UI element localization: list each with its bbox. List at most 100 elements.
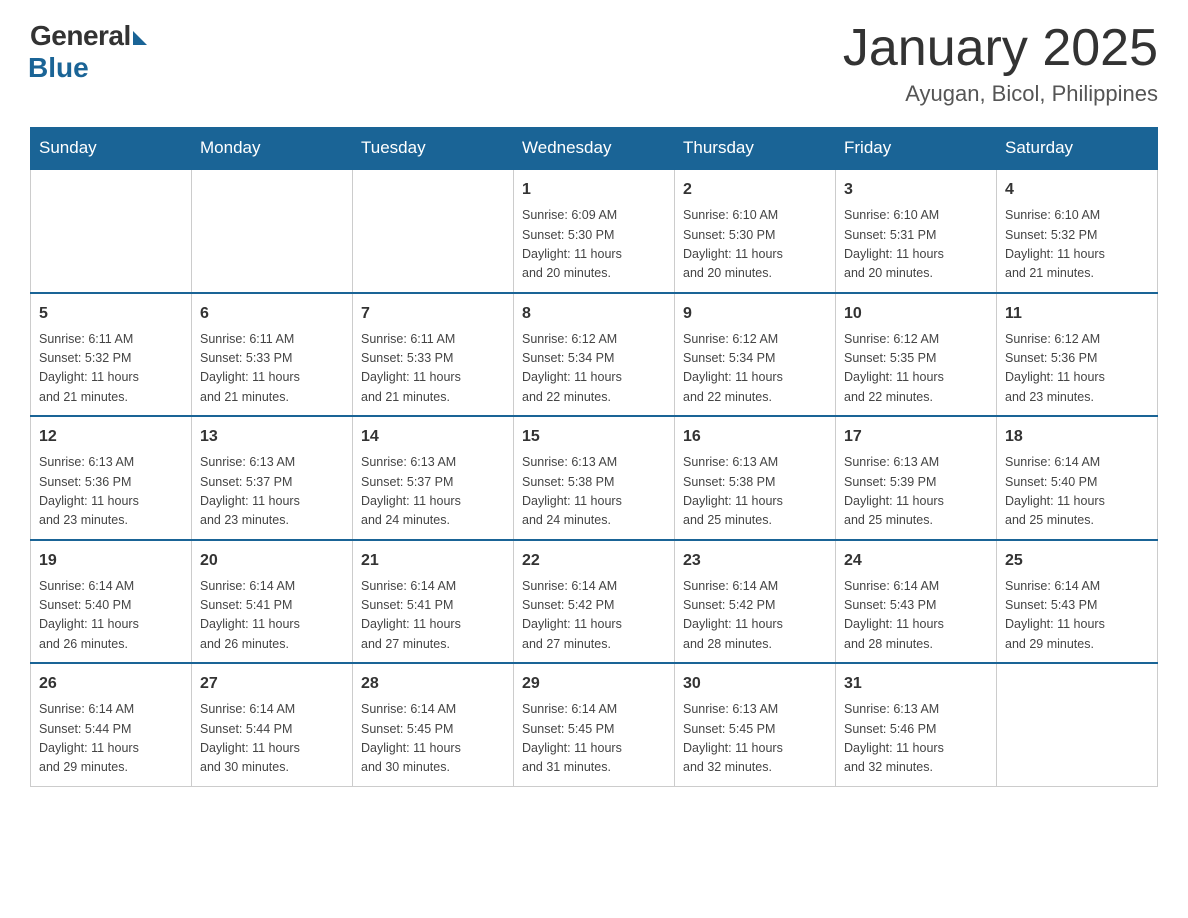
day-number: 5 (39, 302, 183, 326)
calendar-week-2: 5 Sunrise: 6:11 AM Sunset: 5:32 PM Daylig… (31, 293, 1158, 417)
day-number: 6 (200, 302, 344, 326)
day-number: 10 (844, 302, 988, 326)
calendar-cell: 15Sunrise: 6:13 AM Sunset: 5:38 PM Dayli… (514, 416, 675, 540)
day-info: Sunrise: 6:14 AM Sunset: 5:44 PM Dayligh… (200, 700, 344, 778)
day-info: Sunrise: 6:13 AM Sunset: 5:38 PM Dayligh… (683, 453, 827, 531)
day-info: Sunrise: 6:12 AM Sunset: 5:35 PM Dayligh… (844, 330, 988, 408)
day-info: Sunrise: 6:10 AM Sunset: 5:32 PM Dayligh… (1005, 206, 1149, 284)
day-info: Sunrise: 6:10 AM Sunset: 5:30 PM Dayligh… (683, 206, 827, 284)
day-info: Sunrise: 6:11 AM Sunset: 5:32 PM Dayligh… (39, 330, 183, 408)
calendar-cell: 16 Sunrise: 6:13 AM Sunset: 5:38 PM Dayli… (675, 416, 836, 540)
day-info: Sunrise: 6:14 AM Sunset: 5:45 PM Dayligh… (361, 700, 505, 778)
calendar-cell: 8 Sunrise: 6:12 AM Sunset: 5:34 PM Daylig… (514, 293, 675, 417)
day-info: Sunrise: 6:11 AM Sunset: 5:33 PM Dayligh… (200, 330, 344, 408)
day-info: Sunrise: 6:11 AM Sunset: 5:33 PM Dayligh… (361, 330, 505, 408)
day-number: 4 (1005, 178, 1149, 202)
calendar-cell (353, 169, 514, 293)
day-number: 1 (522, 178, 666, 202)
day-number: 16 (683, 425, 827, 449)
day-info: Sunrise: 6:13 AM Sunset: 5:37 PM Dayligh… (361, 453, 505, 531)
day-number: 9 (683, 302, 827, 326)
calendar-week-3: 12 Sunrise: 6:13 AM Sunset: 5:36 PM Dayli… (31, 416, 1158, 540)
logo-blue-text: Blue (28, 52, 89, 84)
day-info: Sunrise: 6:09 AM Sunset: 5:30 PM Dayligh… (522, 206, 666, 284)
calendar-cell: 12 Sunrise: 6:13 AM Sunset: 5:36 PM Dayli… (31, 416, 192, 540)
day-info: Sunrise: 6:14 AM Sunset: 5:41 PM Dayligh… (361, 577, 505, 655)
day-number: 30 (683, 672, 827, 696)
day-number: 19 (39, 549, 183, 573)
calendar-cell: 4 Sunrise: 6:10 AM Sunset: 5:32 PM Daylig… (997, 169, 1158, 293)
calendar-cell: 18Sunrise: 6:14 AM Sunset: 5:40 PM Dayli… (997, 416, 1158, 540)
calendar-cell: 5 Sunrise: 6:11 AM Sunset: 5:32 PM Daylig… (31, 293, 192, 417)
calendar-cell: 10 Sunrise: 6:12 AM Sunset: 5:35 PM Dayli… (836, 293, 997, 417)
day-number: 8 (522, 302, 666, 326)
day-info: Sunrise: 6:13 AM Sunset: 5:36 PM Dayligh… (39, 453, 183, 531)
calendar-cell: 7 Sunrise: 6:11 AM Sunset: 5:33 PM Daylig… (353, 293, 514, 417)
calendar-cell: 27 Sunrise: 6:14 AM Sunset: 5:44 PM Dayli… (192, 663, 353, 786)
day-info: Sunrise: 6:13 AM Sunset: 5:38 PM Dayligh… (522, 453, 666, 531)
weekday-header-wednesday: Wednesday (514, 128, 675, 170)
calendar-cell (31, 169, 192, 293)
day-info: Sunrise: 6:10 AM Sunset: 5:31 PM Dayligh… (844, 206, 988, 284)
day-info: Sunrise: 6:14 AM Sunset: 5:45 PM Dayligh… (522, 700, 666, 778)
day-number: 27 (200, 672, 344, 696)
calendar-cell: 26Sunrise: 6:14 AM Sunset: 5:44 PM Dayli… (31, 663, 192, 786)
calendar-cell: 11 Sunrise: 6:12 AM Sunset: 5:36 PM Dayli… (997, 293, 1158, 417)
logo-arrow-icon (133, 31, 147, 45)
day-number: 3 (844, 178, 988, 202)
day-number: 26 (39, 672, 183, 696)
calendar-week-1: 1 Sunrise: 6:09 AM Sunset: 5:30 PM Daylig… (31, 169, 1158, 293)
day-info: Sunrise: 6:13 AM Sunset: 5:37 PM Dayligh… (200, 453, 344, 531)
day-info: Sunrise: 6:12 AM Sunset: 5:34 PM Dayligh… (522, 330, 666, 408)
day-info: Sunrise: 6:13 AM Sunset: 5:45 PM Dayligh… (683, 700, 827, 778)
calendar-cell: 23Sunrise: 6:14 AM Sunset: 5:42 PM Dayli… (675, 540, 836, 664)
calendar-cell: 22Sunrise: 6:14 AM Sunset: 5:42 PM Dayli… (514, 540, 675, 664)
weekday-header-friday: Friday (836, 128, 997, 170)
calendar-header-row: SundayMondayTuesdayWednesdayThursdayFrid… (31, 128, 1158, 170)
day-number: 28 (361, 672, 505, 696)
calendar-cell: 21 Sunrise: 6:14 AM Sunset: 5:41 PM Dayli… (353, 540, 514, 664)
weekday-header-saturday: Saturday (997, 128, 1158, 170)
weekday-header-thursday: Thursday (675, 128, 836, 170)
weekday-header-tuesday: Tuesday (353, 128, 514, 170)
day-number: 29 (522, 672, 666, 696)
calendar-cell: 31 Sunrise: 6:13 AM Sunset: 5:46 PM Dayli… (836, 663, 997, 786)
calendar-cell: 17 Sunrise: 6:13 AM Sunset: 5:39 PM Dayli… (836, 416, 997, 540)
day-number: 25 (1005, 549, 1149, 573)
day-number: 7 (361, 302, 505, 326)
day-info: Sunrise: 6:13 AM Sunset: 5:39 PM Dayligh… (844, 453, 988, 531)
day-number: 22 (522, 549, 666, 573)
day-info: Sunrise: 6:14 AM Sunset: 5:43 PM Dayligh… (844, 577, 988, 655)
day-info: Sunrise: 6:13 AM Sunset: 5:46 PM Dayligh… (844, 700, 988, 778)
page-header: General Blue January 2025 Ayugan, Bicol,… (30, 20, 1158, 107)
month-title: January 2025 (843, 20, 1158, 77)
calendar-table: SundayMondayTuesdayWednesdayThursdayFrid… (30, 127, 1158, 787)
day-number: 17 (844, 425, 988, 449)
calendar-cell: 14 Sunrise: 6:13 AM Sunset: 5:37 PM Dayli… (353, 416, 514, 540)
logo-general-text: General (30, 20, 131, 52)
day-number: 11 (1005, 302, 1149, 326)
day-info: Sunrise: 6:12 AM Sunset: 5:34 PM Dayligh… (683, 330, 827, 408)
day-number: 14 (361, 425, 505, 449)
weekday-header-sunday: Sunday (31, 128, 192, 170)
location-label: Ayugan, Bicol, Philippines (843, 81, 1158, 107)
day-number: 31 (844, 672, 988, 696)
day-number: 13 (200, 425, 344, 449)
calendar-cell: 25Sunrise: 6:14 AM Sunset: 5:43 PM Dayli… (997, 540, 1158, 664)
day-number: 23 (683, 549, 827, 573)
day-number: 21 (361, 549, 505, 573)
calendar-cell: 30 Sunrise: 6:13 AM Sunset: 5:45 PM Dayli… (675, 663, 836, 786)
calendar-cell: 2 Sunrise: 6:10 AM Sunset: 5:30 PM Daylig… (675, 169, 836, 293)
day-info: Sunrise: 6:14 AM Sunset: 5:40 PM Dayligh… (1005, 453, 1149, 531)
calendar-cell (192, 169, 353, 293)
day-number: 12 (39, 425, 183, 449)
calendar-cell: 9 Sunrise: 6:12 AM Sunset: 5:34 PM Daylig… (675, 293, 836, 417)
logo: General Blue (30, 20, 147, 84)
day-number: 2 (683, 178, 827, 202)
day-info: Sunrise: 6:12 AM Sunset: 5:36 PM Dayligh… (1005, 330, 1149, 408)
calendar-week-5: 26 Sunrise: 6:14 AM Sunset: 5:44 PM Dayli… (31, 663, 1158, 786)
day-number: 24 (844, 549, 988, 573)
day-info: Sunrise: 6:14 AM Sunset: 5:40 PM Dayligh… (39, 577, 183, 655)
calendar-cell: 28 Sunrise: 6:14 AM Sunset: 5:45 PM Dayli… (353, 663, 514, 786)
calendar-week-4: 19 Sunrise: 6:14 AM Sunset: 5:40 PM Dayli… (31, 540, 1158, 664)
